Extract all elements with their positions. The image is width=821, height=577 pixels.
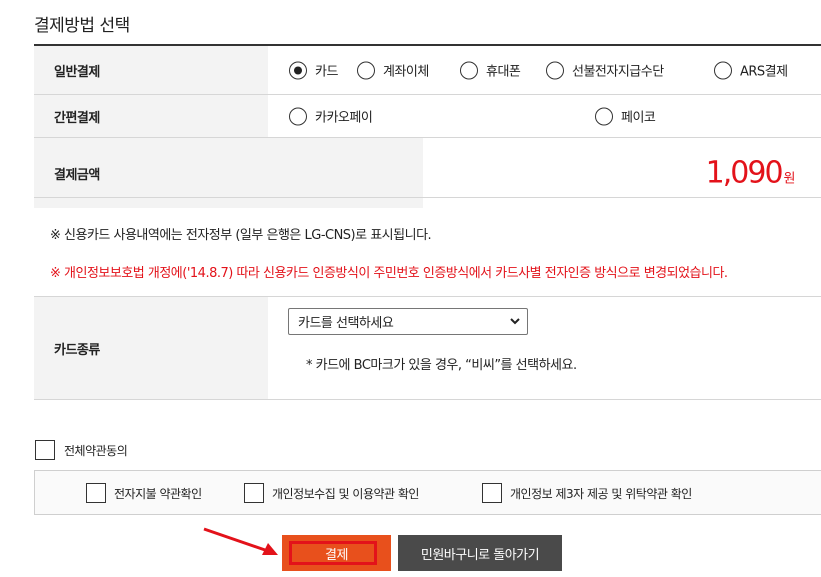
radio-bank-transfer-label: 계좌이체 bbox=[383, 64, 429, 80]
agree-all-checkbox[interactable] bbox=[35, 440, 55, 460]
agreement-checkbox-third-party[interactable] bbox=[482, 483, 502, 503]
notice-line-1: ※ 신용카드 사용내역에는 전자정부 (일부 은행은 LG-CNS)로 표시됩니… bbox=[50, 228, 432, 243]
radio-circle-kakaopay[interactable] bbox=[289, 107, 307, 125]
back-to-basket-button[interactable]: 민원바구니로 돌아가기 bbox=[398, 535, 562, 571]
card-select-value: 카드를 선택하세요 bbox=[298, 316, 394, 331]
radio-bank-transfer[interactable]: 계좌이체 bbox=[357, 61, 429, 80]
agreement-item-payment-terms[interactable]: 전자지불 약관확인 bbox=[86, 483, 202, 503]
radio-payco[interactable]: 페이코 bbox=[595, 107, 656, 126]
agreement-label-payment-terms: 전자지불 약관확인 bbox=[114, 486, 202, 501]
red-arrow-icon bbox=[203, 527, 278, 555]
radio-payco-label: 페이코 bbox=[621, 110, 656, 126]
card-type-cell: 카드를 선택하세요 * 카드에 BC마크가 있을 경우, “비씨”를 선택하세요… bbox=[268, 297, 821, 399]
agreement-checkbox-payment-terms[interactable] bbox=[86, 483, 106, 503]
radio-kakaopay[interactable]: 카카오페이 bbox=[289, 107, 373, 126]
amount-value: 1,090 bbox=[705, 155, 784, 191]
radio-circle-bank-transfer[interactable] bbox=[357, 61, 375, 79]
radio-circle-prepaid[interactable] bbox=[546, 61, 564, 79]
radio-prepaid[interactable]: 선불전자지급수단 bbox=[546, 61, 664, 80]
radio-ars[interactable]: ARS결제 bbox=[714, 61, 788, 80]
radio-card-label: 카드 bbox=[315, 64, 338, 80]
notice-area: ※ 신용카드 사용내역에는 전자정부 (일부 은행은 LG-CNS)로 표시됩니… bbox=[34, 197, 821, 297]
radio-prepaid-label: 선불전자지급수단 bbox=[572, 64, 664, 80]
radio-circle-payco[interactable] bbox=[595, 107, 613, 125]
agreement-item-privacy-collection[interactable]: 개인정보수집 및 이용약관 확인 bbox=[244, 483, 419, 503]
radio-mobile-label: 휴대폰 bbox=[486, 64, 521, 80]
pay-button[interactable]: 결제 bbox=[282, 535, 391, 571]
amount-unit: 원 bbox=[783, 171, 796, 187]
card-type-label: 카드종류 bbox=[34, 297, 268, 399]
easy-payment-options: 카카오페이 페이코 bbox=[268, 95, 821, 137]
back-to-basket-label: 민원바구니로 돌아가기 bbox=[420, 547, 540, 563]
notice-line-2: ※ 개인정보보호법 개정에('14.8.7) 따라 신용카드 인증방식이 주민번… bbox=[50, 266, 728, 281]
radio-circle-card[interactable] bbox=[289, 61, 307, 79]
radio-card[interactable]: 카드 bbox=[289, 61, 338, 80]
agreement-box: 전자지불 약관확인 개인정보수집 및 이용약관 확인 개인정보 제3자 제공 및… bbox=[34, 470, 821, 515]
agree-all-label: 전체약관동의 bbox=[64, 443, 128, 458]
agreement-label-third-party: 개인정보 제3자 제공 및 위탁약관 확인 bbox=[510, 486, 692, 501]
amount-display: 1,090 원 bbox=[705, 155, 796, 191]
general-payment-options: 카드 계좌이체 휴대폰 선불전자지급수단 ARS결제 bbox=[268, 46, 821, 94]
radio-kakaopay-label: 카카오페이 bbox=[315, 110, 373, 126]
agreement-checkbox-privacy-collection[interactable] bbox=[244, 483, 264, 503]
general-payment-row: 일반결제 카드 계좌이체 휴대폰 선불전자지급수단 ARS결제 bbox=[34, 46, 821, 95]
payment-method-table: 일반결제 카드 계좌이체 휴대폰 선불전자지급수단 ARS결제 간편결제 카카오… bbox=[34, 44, 821, 208]
easy-payment-row: 간편결제 카카오페이 페이코 bbox=[34, 95, 821, 138]
radio-circle-mobile[interactable] bbox=[460, 61, 478, 79]
easy-payment-label: 간편결제 bbox=[34, 95, 268, 137]
radio-mobile[interactable]: 휴대폰 bbox=[460, 61, 521, 80]
agreement-label-privacy-collection: 개인정보수집 및 이용약관 확인 bbox=[272, 486, 419, 501]
card-note: * 카드에 BC마크가 있을 경우, “비씨”를 선택하세요. bbox=[306, 358, 577, 373]
page-title: 결제방법 선택 bbox=[34, 16, 130, 36]
agree-all[interactable]: 전체약관동의 bbox=[35, 440, 128, 460]
radio-circle-ars[interactable] bbox=[714, 61, 732, 79]
pay-button-label: 결제 bbox=[325, 547, 348, 563]
general-payment-label: 일반결제 bbox=[34, 46, 268, 94]
radio-ars-label: ARS결제 bbox=[740, 64, 788, 80]
agreement-item-third-party[interactable]: 개인정보 제3자 제공 및 위탁약관 확인 bbox=[482, 483, 692, 503]
card-type-table: 카드종류 카드를 선택하세요 * 카드에 BC마크가 있을 경우, “비씨”를 … bbox=[34, 296, 821, 400]
chevron-down-icon bbox=[510, 318, 520, 325]
card-select[interactable]: 카드를 선택하세요 bbox=[288, 308, 528, 335]
